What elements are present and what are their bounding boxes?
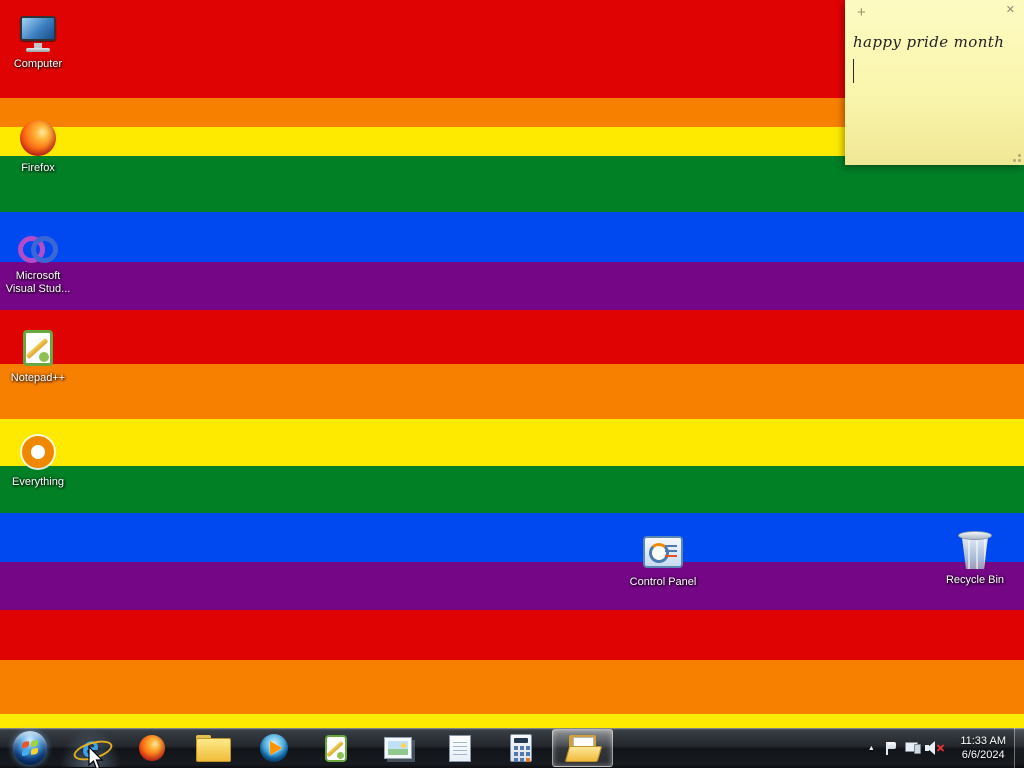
firefox-icon (138, 735, 165, 761)
desktop-icon-label: Recycle Bin (945, 574, 1005, 586)
image-viewer-icon (383, 737, 412, 759)
taskbar-button-notepad[interactable] (429, 729, 490, 767)
media-player-icon (259, 734, 288, 762)
desktop-icon-computer[interactable]: Computer (0, 12, 76, 71)
desktop-icon-label: Control Panel (629, 576, 697, 588)
visual-studio-icon (0, 224, 76, 268)
sticky-note-text[interactable]: happy pride month (853, 33, 1018, 51)
wallpaper-stripe (0, 466, 1024, 513)
notepad-icon (448, 734, 471, 762)
wallpaper-stripe (0, 513, 1024, 562)
clock-date: 6/6/2024 (961, 749, 1005, 761)
desktop-icon-notepad-plus-plus[interactable]: Notepad++ (0, 326, 76, 385)
taskbar: e ▲ 11:33 AM 6/6/2024 (0, 728, 1024, 768)
show-desktop-button[interactable] (1014, 728, 1024, 768)
wallpaper-stripe (0, 610, 1024, 660)
taskbar-clock[interactable]: 11:33 AM 6/6/2024 (954, 734, 1012, 762)
system-tray: ▲ 11:33 AM 6/6/2024 (862, 728, 1012, 768)
desktop-icon-visual-studio[interactable]: Microsoft Visual Stud... (0, 224, 76, 296)
desktop-icon-firefox[interactable]: Firefox (0, 116, 76, 175)
computer-icon (0, 12, 76, 56)
network-icon[interactable] (903, 739, 923, 757)
desktop-icon-label: Computer (13, 58, 63, 70)
wallpaper-stripe (0, 660, 1024, 714)
desktop-icon-label: Microsoft Visual Stud... (5, 270, 71, 295)
show-hidden-icons-button[interactable]: ▲ (862, 745, 880, 752)
taskbar-button-image-viewer[interactable] (367, 729, 428, 767)
wallpaper-stripe (0, 310, 1024, 364)
sticky-note-toolbar: + ✕ (845, 0, 1024, 26)
taskbar-button-windows-media-player[interactable] (243, 729, 304, 767)
notepad-plus-plus-icon (0, 326, 76, 370)
recycle-bin-icon (937, 528, 1013, 572)
volume-muted-icon[interactable] (925, 739, 945, 757)
start-button[interactable] (4, 729, 56, 767)
close-note-button[interactable]: ✕ (1006, 5, 1015, 16)
control-panel-icon (625, 530, 701, 574)
taskbar-button-windows-explorer[interactable] (182, 729, 243, 767)
action-center-flag-icon[interactable] (881, 739, 901, 757)
wallpaper-stripe (0, 212, 1024, 262)
open-folder-icon (564, 734, 602, 762)
desktop-icon-everything[interactable]: Everything (0, 430, 76, 489)
notepad-plus-plus-icon (324, 734, 347, 762)
desktop-icon-label: Notepad++ (10, 372, 66, 384)
folder-icon (196, 735, 231, 762)
internet-explorer-icon: e (82, 731, 99, 764)
desktop-icon-recycle-bin[interactable]: Recycle Bin (937, 528, 1013, 587)
text-cursor (853, 59, 854, 83)
wallpaper-stripe (0, 419, 1024, 466)
taskbar-button-notepad-plus-plus[interactable] (305, 729, 366, 767)
taskbar-button-explorer-window-active[interactable] (552, 729, 613, 767)
wallpaper-stripe (0, 262, 1024, 310)
clock-time: 11:33 AM (960, 735, 1006, 747)
desktop-icon-label: Firefox (21, 162, 55, 174)
wallpaper-stripe (0, 364, 1024, 419)
note-resize-grip[interactable] (1010, 151, 1023, 164)
wallpaper-stripe (0, 562, 1024, 610)
new-note-button[interactable]: + (857, 5, 866, 20)
desktop-icon-control-panel[interactable]: Control Panel (625, 530, 701, 589)
taskbar-button-calculator[interactable] (490, 729, 551, 767)
calculator-icon (509, 734, 532, 762)
everything-icon (0, 430, 76, 474)
firefox-icon (0, 116, 76, 160)
taskbar-button-firefox[interactable] (121, 729, 182, 767)
desktop-icon-label: Everything (12, 476, 64, 488)
taskbar-button-internet-explorer[interactable]: e (60, 729, 121, 767)
windows-orb-icon (13, 731, 47, 765)
sticky-note[interactable]: + ✕ happy pride month (845, 0, 1024, 165)
